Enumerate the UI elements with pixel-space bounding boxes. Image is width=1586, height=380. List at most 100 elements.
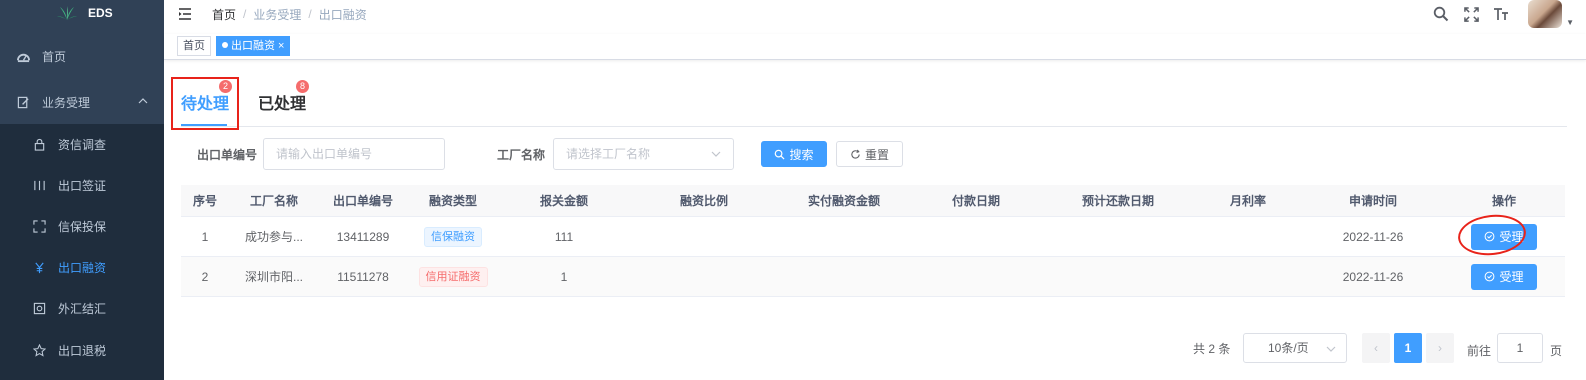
tag-label: 首页 [183,40,205,52]
cell-amount: 1 [560,269,568,284]
processed-count-badge: 8 [296,80,309,93]
factory-select[interactable]: 请选择工厂名称 [553,138,734,170]
font-size-icon[interactable] [1492,5,1510,23]
reset-button[interactable]: 重置 [836,141,903,167]
page-unit-label: 页 [1550,344,1563,358]
col-header: 实付融资金额 [807,194,880,208]
dashboard-icon [16,49,30,63]
table-row: 2 深圳市阳... 11511278 信用证融资 1 2022-11-26 受理 [181,257,1565,297]
breadcrumb: 首页 / 业务受理 / 出口融资 [212,6,367,23]
table-row: 1 成功参与... 13411289 信保融资 111 2022-11-26 受… [181,217,1565,257]
sidebar-item-label: 业务受理 [42,95,91,110]
col-header: 融资比例 [679,194,728,208]
cell-factory: 成功参与... [244,230,303,244]
finance-table: 序号 工厂名称 出口单编号 融资类型 报关金额 融资比例 实付融资金额 付款日期… [181,185,1565,297]
cell-export-no: 11511278 [337,269,389,284]
navbar: 首页 / 业务受理 / 出口融资 ▼ [164,0,1586,28]
breadcrumb-item-business: 业务受理 [253,7,302,22]
cell-factory: 深圳市阳... [244,270,303,284]
col-header: 序号 [192,194,217,208]
edit-doc-icon [16,95,30,109]
factory-select-placeholder: 请选择工厂名称 [566,147,651,161]
cell-apply-time: 2022-11-26 [1342,229,1404,244]
sidebar-item-credit-investigation[interactable]: 资信调查 [0,124,164,165]
page-size-select[interactable]: 10条/页 [1243,333,1347,363]
hamburger-icon[interactable] [178,7,192,21]
chevron-up-icon [138,98,148,104]
chevron-down-icon [1326,346,1336,352]
sidebar-item-label: 出口退税 [58,344,107,358]
tag-home[interactable]: 首页 [177,36,211,56]
goto-page-input[interactable]: 1 [1497,333,1543,363]
sidebar-item-export-visa[interactable]: 出口签证 [0,165,164,206]
star-icon [32,344,46,358]
columns-icon [32,179,46,193]
sidebar-item-export-financing[interactable]: 出口融资 [0,247,164,288]
accept-button[interactable]: 受理 [1471,263,1537,290]
exchange-icon [32,302,46,316]
factory-label: 工厂名称 [497,148,546,162]
page-size-value: 10条/页 [1268,341,1309,355]
sidebar-item-fx-settlement[interactable]: 外汇结汇 [0,288,164,329]
sidebar-item-label: 资信调查 [58,138,107,152]
cell-finance-type: 信保融资 [407,217,499,256]
right-menu: ▼ [1432,0,1586,28]
col-header: 预计还款日期 [1081,194,1154,208]
fullscreen-icon[interactable] [1462,5,1480,23]
avatar[interactable] [1528,0,1563,28]
cell-amount: 111 [554,229,574,244]
tag-export-financing[interactable]: 出口融资 × [216,36,291,56]
breadcrumb-item-home[interactable]: 首页 [212,6,236,23]
accept-button-label: 受理 [1499,270,1524,284]
cell-apply-time: 2022-11-26 [1342,269,1404,284]
col-header: 操作 [1491,194,1516,208]
refresh-icon [851,149,860,159]
sidebar-item-home[interactable]: 首页 [0,36,164,76]
table-header: 序号 工厂名称 出口单编号 融资类型 报关金额 融资比例 实付融资金额 付款日期… [181,185,1565,217]
logo[interactable]: EDS [0,0,164,26]
breadcrumb-item-current: 出口融资 [318,7,367,22]
caret-down-icon[interactable]: ▼ [1566,18,1574,27]
active-dot [222,42,228,48]
close-icon[interactable]: × [278,40,284,52]
export-no-input[interactable]: 请输入出口单编号 [263,138,445,170]
sidebar: EDS 首页 业务受理 资信调查 出口签证 信保投保 出口融资 外汇结汇 出口退… [0,0,164,380]
breadcrumb-separator: / [308,7,312,21]
lock-icon [32,138,46,152]
col-header: 报关金额 [539,194,588,208]
col-header: 融资类型 [428,194,477,208]
sidebar-item-tax-refund[interactable]: 出口退税 [0,330,164,371]
sidebar-item-label: 首页 [42,49,67,64]
tab-divider [181,126,1567,127]
sidebar-item-credit-insurance[interactable]: 信保投保 [0,206,164,247]
next-page-button[interactable]: › [1426,333,1454,363]
finance-type-tag: 信保融资 [424,226,482,247]
leaf-logo-icon [57,6,77,20]
col-header: 申请时间 [1348,194,1397,208]
export-no-label: 出口单编号 [197,148,258,162]
col-header: 付款日期 [951,194,1000,208]
prev-page-button[interactable]: ‹ [1362,333,1390,363]
col-header: 出口单编号 [332,194,393,208]
tags-view: 首页 出口融资 × [164,34,1586,60]
sidebar-item-business[interactable]: 业务受理 [0,82,164,122]
search-icon[interactable] [1432,5,1450,23]
chevron-down-icon [711,151,721,157]
tab-processed[interactable]: 已处理 [258,90,306,114]
tag-label: 出口融资 [231,40,275,52]
cell-index: 1 [201,229,209,244]
pagination-total: 共 2 条 [1193,341,1231,356]
cell-index: 2 [201,269,209,284]
logo-text: EDS [88,6,113,20]
col-header: 月利率 [1229,194,1266,208]
cell-finance-type: 信用证融资 [407,257,499,296]
tab-label: 已处理 [258,96,307,113]
sidebar-item-label: 信保投保 [58,220,107,234]
reset-button-label: 重置 [864,147,889,162]
app-root: EDS 首页 业务受理 资信调查 出口签证 信保投保 出口融资 外汇结汇 出口退… [0,0,1586,380]
search-icon [775,149,785,160]
page-number-current[interactable]: 1 [1394,333,1422,363]
sidebar-item-label: 外汇结汇 [58,302,107,316]
search-button[interactable]: 搜索 [761,141,827,167]
highlight-annotation-box [171,77,239,130]
